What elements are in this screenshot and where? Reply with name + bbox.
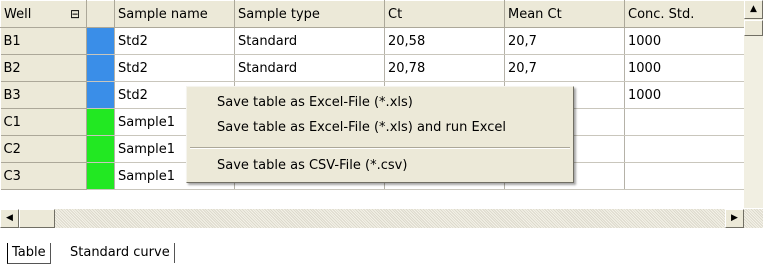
ct-cell[interactable]: 20,58 [384, 27, 505, 55]
well-cell[interactable]: B3 [0, 81, 87, 109]
color-cell[interactable] [86, 81, 115, 109]
scroll-right-button[interactable]: ▶ [725, 209, 744, 228]
well-cell[interactable]: B2 [0, 54, 87, 82]
arrow-right-icon: ▶ [731, 213, 738, 223]
scroll-left-button[interactable]: ◀ [0, 209, 19, 228]
column-menu-icon[interactable]: ⊟ [70, 7, 80, 21]
context-menu: Save table as Excel-File (*.xls) Save ta… [186, 86, 574, 183]
mean-ct-cell[interactable]: 20,7 [504, 54, 625, 82]
conc-std-cell[interactable]: 1000 [624, 81, 745, 109]
header-row: Well ⊟ Sample name Sample type Ct Mean Ct… [0, 0, 745, 28]
sample-name-cell[interactable]: Std2 [114, 27, 235, 55]
scroll-up-button[interactable]: ▲ [744, 0, 763, 19]
color-swatch [90, 82, 114, 108]
column-header-ct[interactable]: Ct [384, 0, 505, 28]
sample-name-cell[interactable]: Std2 [114, 54, 235, 82]
color-cell[interactable] [86, 108, 115, 136]
table-row[interactable]: B1 Std2 Standard 20,58 20,7 1000 [0, 27, 745, 55]
column-header-well[interactable]: Well ⊟ [0, 0, 87, 28]
horizontal-scrollbar[interactable]: ◀ ▶ [0, 209, 763, 228]
well-cell[interactable]: C3 [0, 162, 87, 190]
tab-table[interactable]: Table [7, 243, 51, 264]
arrow-left-icon: ◀ [6, 213, 13, 223]
well-cell[interactable]: C1 [0, 108, 87, 136]
color-swatch [90, 109, 114, 135]
color-cell[interactable] [86, 54, 115, 82]
vertical-scroll-thumb[interactable] [744, 20, 763, 36]
column-header-sample-type[interactable]: Sample type [234, 0, 385, 28]
vertical-scrollbar[interactable]: ▲ [744, 0, 763, 208]
column-header-conc-std[interactable]: Conc. Std. [624, 0, 745, 28]
menu-item-save-csv[interactable]: Save table as CSV-File (*.csv) [187, 155, 573, 177]
sheet-tab-bar: Table Standard curve [0, 229, 763, 267]
table-row[interactable]: B2 Std2 Standard 20,78 20,7 1000 [0, 54, 745, 82]
tab-standard-curve[interactable]: Standard curve [66, 243, 175, 263]
horizontal-scroll-thumb[interactable] [19, 209, 55, 228]
well-cell[interactable]: C2 [0, 135, 87, 163]
color-cell[interactable] [86, 27, 115, 55]
menu-item-save-excel[interactable]: Save table as Excel-File (*.xls) [187, 92, 573, 114]
conc-std-cell[interactable] [624, 162, 745, 190]
menu-separator [190, 147, 570, 149]
color-swatch [90, 163, 114, 189]
mean-ct-cell[interactable]: 20,7 [504, 27, 625, 55]
well-cell[interactable]: B1 [0, 27, 87, 55]
column-header-mean-ct[interactable]: Mean Ct [504, 0, 625, 28]
color-swatch [90, 55, 114, 81]
sample-type-cell[interactable]: Standard [234, 27, 385, 55]
sample-type-cell[interactable]: Standard [234, 54, 385, 82]
color-swatch [90, 28, 114, 54]
menu-item-save-excel-run[interactable]: Save table as Excel-File (*.xls) and run… [187, 117, 573, 139]
conc-std-cell[interactable] [624, 135, 745, 163]
conc-std-cell[interactable] [624, 108, 745, 136]
ct-cell[interactable]: 20,78 [384, 54, 505, 82]
column-header-sample-name[interactable]: Sample name [114, 0, 235, 28]
arrow-up-icon: ▲ [750, 4, 757, 14]
color-cell[interactable] [86, 135, 115, 163]
column-header-color[interactable] [86, 0, 115, 28]
color-swatch [90, 136, 114, 162]
color-cell[interactable] [86, 162, 115, 190]
conc-std-cell[interactable]: 1000 [624, 27, 745, 55]
conc-std-cell[interactable]: 1000 [624, 54, 745, 82]
